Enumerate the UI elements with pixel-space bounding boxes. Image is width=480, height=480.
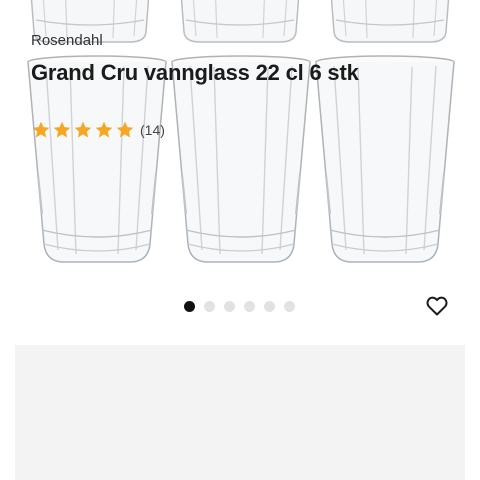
heart-outline-icon[interactable] [425, 294, 449, 318]
product-info-card [15, 345, 465, 480]
pagination-dot[interactable] [204, 301, 215, 312]
product-brand[interactable]: Rosendahl [31, 32, 103, 49]
glass-image-top-center [180, 0, 300, 43]
star-icon [53, 121, 71, 138]
star-icon [95, 121, 113, 138]
product-title: Grand Cru vannglass 22 cl 6 stk [31, 60, 359, 85]
pagination-dot[interactable] [184, 301, 195, 312]
pagination-dot[interactable] [244, 301, 255, 312]
product-rating[interactable]: (14) [31, 120, 165, 142]
review-count: (14) [140, 122, 165, 138]
pagination-dot[interactable] [224, 301, 235, 312]
rating-stars [31, 120, 136, 138]
gallery-pagination [0, 300, 480, 314]
pagination-dot[interactable] [264, 301, 275, 312]
pagination-dot[interactable] [284, 301, 295, 312]
star-icon [116, 121, 134, 138]
star-icon [74, 121, 92, 138]
star-icon [32, 121, 50, 138]
glass-image-top-right [330, 0, 450, 43]
